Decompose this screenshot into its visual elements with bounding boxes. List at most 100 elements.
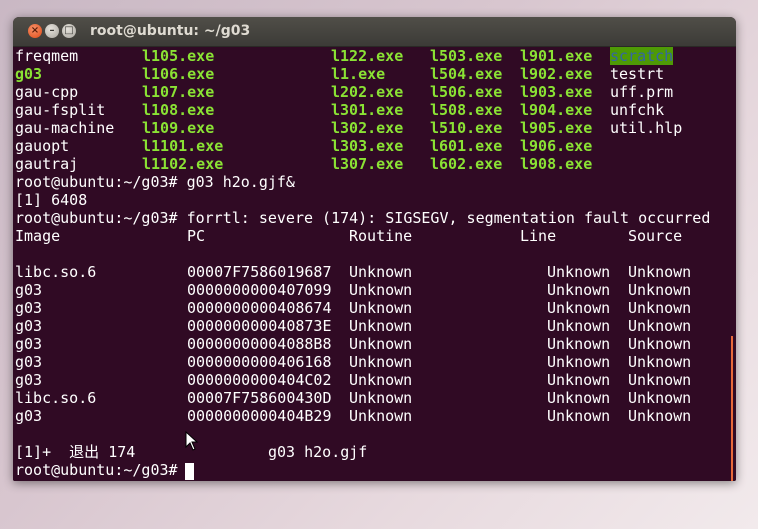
trace-row: g03 0000000000406168 Unknown Unknown Unknown xyxy=(15,353,730,371)
trace-cell: 00000000004088B8 xyxy=(187,335,332,353)
trace-cell: Unknown xyxy=(349,299,413,317)
trace-header: Image PC Routine Line Source xyxy=(15,227,730,245)
trace-cell: Unknown xyxy=(349,281,413,299)
trace-cell: Unknown xyxy=(349,335,413,353)
trace-cell: 00007F7586019687 xyxy=(187,263,332,281)
listing-entry: uff.prm xyxy=(610,83,674,101)
listing-entry: l602.exe xyxy=(430,155,503,173)
listing-entry: l901.exe xyxy=(520,47,593,65)
listing-entry: l908.exe xyxy=(520,155,593,173)
listing-entry: gauopt xyxy=(15,137,70,155)
trace-header-cell: PC xyxy=(187,227,206,245)
prompt-line: root@ubuntu:~/g03# xyxy=(15,461,730,479)
job-line: [1] 6408 xyxy=(15,191,730,209)
listing-entry: l904.exe xyxy=(520,101,593,119)
trace-cell: Unknown xyxy=(547,263,611,281)
trace-row: g03 0000000000408674 Unknown Unknown Unknown xyxy=(15,299,730,317)
listing-entry: testrt xyxy=(610,65,665,83)
trace-cell: 00007F758600430D xyxy=(187,389,332,407)
exit-job-text: [1]+ 退出 174 xyxy=(15,443,136,461)
trace-cell: g03 xyxy=(15,407,43,425)
trace-cell: Unknown xyxy=(349,371,413,389)
trace-row: g03 0000000000407099 Unknown Unknown Unknown xyxy=(15,281,730,299)
trace-header-cell: Routine xyxy=(349,227,413,245)
trace-cell: Unknown xyxy=(547,407,611,425)
listing-entry: l109.exe xyxy=(142,119,215,137)
trace-row: g03 0000000000404C02 Unknown Unknown Unknown xyxy=(15,371,730,389)
exit-command-text: g03 h2o.gjf xyxy=(268,443,368,461)
maximize-button[interactable]: □ xyxy=(62,24,76,38)
listing-entry: gau-fsplit xyxy=(15,101,106,119)
trace-cell: g03 xyxy=(15,317,43,335)
trace-header-cell: Source xyxy=(628,227,683,245)
minimize-button[interactable]: – xyxy=(45,24,59,38)
listing-entry: scratch xyxy=(610,47,674,65)
trace-cell: Unknown xyxy=(628,281,692,299)
listing-entry: l506.exe xyxy=(430,83,503,101)
listing-entry: l122.exe xyxy=(331,47,404,65)
listing-entry: l302.exe xyxy=(331,119,404,137)
trace-cell: Unknown xyxy=(349,407,413,425)
close-button[interactable]: × xyxy=(28,24,42,38)
listing-entry: l601.exe xyxy=(430,137,503,155)
trace-header-cell: Line xyxy=(520,227,557,245)
listing-entry: l504.exe xyxy=(430,65,503,83)
trace-cell: 0000000000404C02 xyxy=(187,371,332,389)
trace-cell: 0000000000407099 xyxy=(187,281,332,299)
listing-entry: l503.exe xyxy=(430,47,503,65)
listing-entry: gau-machine xyxy=(15,119,115,137)
error-text: root@ubuntu:~/g03# forrtl: severe (174):… xyxy=(15,209,711,227)
trace-cell: Unknown xyxy=(349,353,413,371)
trace-cell: Unknown xyxy=(547,353,611,371)
listing-entry: l903.exe xyxy=(520,83,593,101)
listing-row: gauopt l1101.exe l303.exe l601.exe l906.exe xyxy=(15,137,730,155)
listing-entry: l307.exe xyxy=(331,155,404,173)
trace-header-cell: Image xyxy=(15,227,61,245)
listing-entry: l1102.exe xyxy=(142,155,224,173)
trace-row: g03 000000000040873E Unknown Unknown Unknown xyxy=(15,317,730,335)
mouse-pointer-icon xyxy=(185,431,199,451)
listing-entry: freqmem xyxy=(15,47,79,65)
listing-entry: l905.exe xyxy=(520,119,593,137)
trace-cell: Unknown xyxy=(547,371,611,389)
listing-entry: unfchk xyxy=(610,101,665,119)
trace-cell: Unknown xyxy=(628,353,692,371)
listing-entry: l107.exe xyxy=(142,83,215,101)
trace-cell: Unknown xyxy=(628,371,692,389)
trace-cell: libc.so.6 xyxy=(15,263,97,281)
listing-entry: l108.exe xyxy=(142,101,215,119)
trace-cell: libc.so.6 xyxy=(15,389,97,407)
listing-row: gau-cpp l107.exe l202.exe l506.exe l903.exe u… xyxy=(15,83,730,101)
listing-entry: l902.exe xyxy=(520,65,593,83)
trace-row: g03 00000000004088B8 Unknown Unknown Unknown xyxy=(15,335,730,353)
listing-entry: l510.exe xyxy=(430,119,503,137)
trace-cell: Unknown xyxy=(628,389,692,407)
title-bar[interactable]: × – □ root@ubuntu: ~/g03 xyxy=(13,17,736,47)
listing-entry: l301.exe xyxy=(331,101,404,119)
trace-cell: Unknown xyxy=(547,317,611,335)
trace-cell: Unknown xyxy=(628,299,692,317)
prompt-text: root@ubuntu:~/g03# xyxy=(15,461,187,479)
command-line: root@ubuntu:~/g03# g03 h2o.gjf& xyxy=(15,173,730,191)
trace-cell: Unknown xyxy=(547,299,611,317)
listing-row: g03 l106.exe l1.exe l504.exe l902.exe testrt xyxy=(15,65,730,83)
listing-entry: l303.exe xyxy=(331,137,404,155)
scroll-indicator[interactable] xyxy=(731,336,733,481)
command-text: root@ubuntu:~/g03# g03 h2o.gjf& xyxy=(15,173,295,191)
listing-entry: l1101.exe xyxy=(142,137,224,155)
trace-cell: 0000000000408674 xyxy=(187,299,332,317)
terminal-window: × – □ root@ubuntu: ~/g03 freqmem l105.exe… xyxy=(13,17,736,481)
listing-entry: g03 xyxy=(15,65,43,83)
trace-cell: Unknown xyxy=(628,317,692,335)
trace-cell: g03 xyxy=(15,371,43,389)
listing-entry: l1.exe xyxy=(331,65,386,83)
listing-row: gau-fsplit l108.exe l301.exe l508.exe l904.e… xyxy=(15,101,730,119)
trace-cell: 000000000040873E xyxy=(187,317,332,335)
terminal-output[interactable]: freqmem l105.exe l122.exe l503.exe l901.exe s… xyxy=(13,47,736,481)
trace-cell: 0000000000406168 xyxy=(187,353,332,371)
trace-cell: Unknown xyxy=(628,407,692,425)
trace-cell: Unknown xyxy=(349,263,413,281)
listing-row: gautraj l1102.exe l307.exe l602.exe l908.exe xyxy=(15,155,730,173)
trace-cell: Unknown xyxy=(628,263,692,281)
window-title: root@ubuntu: ~/g03 xyxy=(90,23,251,39)
